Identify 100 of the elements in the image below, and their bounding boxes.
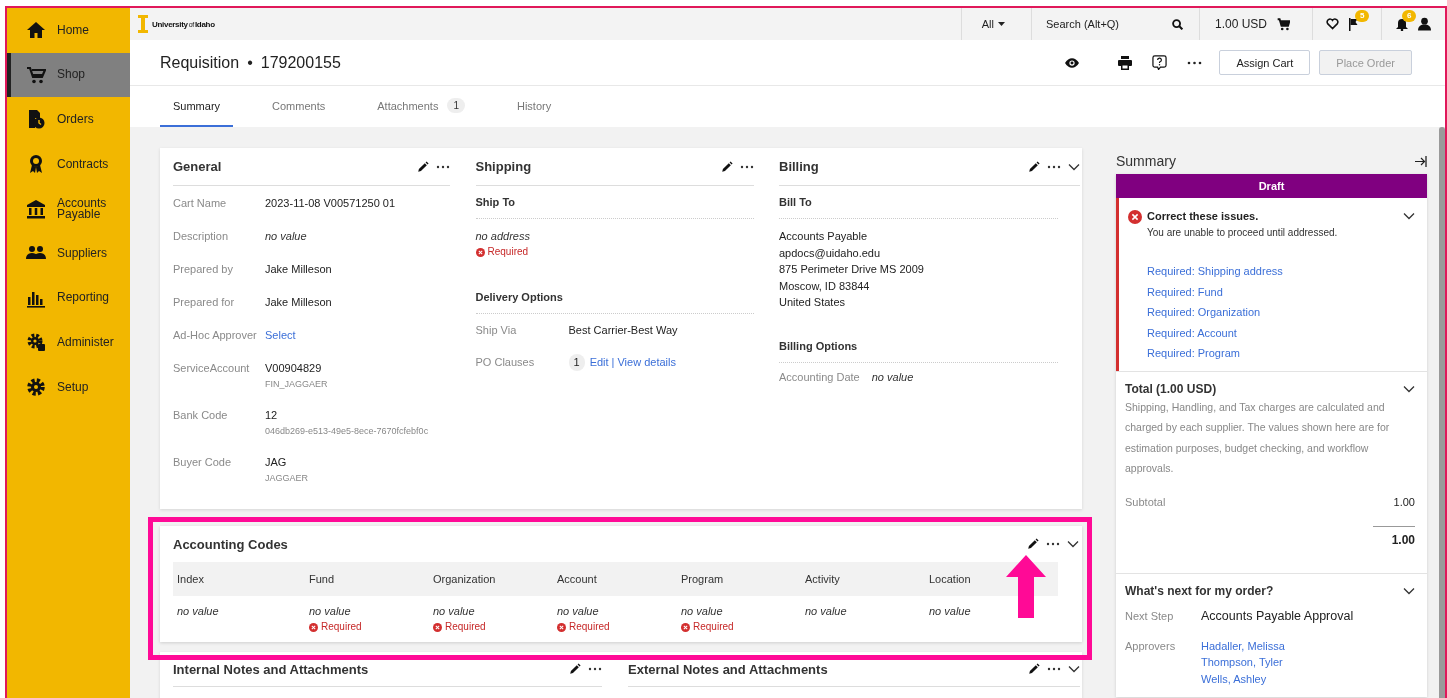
print-icon[interactable] xyxy=(1118,55,1133,70)
collapse-panel-icon[interactable] xyxy=(1415,155,1427,167)
error-icon xyxy=(309,622,318,632)
tab[interactable]: Attachments 1 xyxy=(364,86,478,127)
field-value: JAG xyxy=(265,455,287,470)
issue-link[interactable]: Required: Organization xyxy=(1147,302,1415,323)
field-label: Accounting Date xyxy=(779,369,860,385)
error-icon xyxy=(433,622,442,632)
error-icon xyxy=(681,622,690,632)
field-label: Buyer Code xyxy=(173,455,233,470)
cart-total[interactable]: 1.00 USD xyxy=(1214,17,1267,31)
bell-icon[interactable] xyxy=(1396,17,1408,31)
sidebar-item[interactable]: Suppliers xyxy=(7,230,130,276)
pencil-icon[interactable] xyxy=(1027,538,1039,550)
tab[interactable]: History xyxy=(503,86,565,127)
sidebar-item[interactable]: Administer xyxy=(7,320,130,365)
sidebar-item[interactable]: Contracts xyxy=(7,141,130,187)
chevron-icon[interactable] xyxy=(1067,540,1079,548)
table-cell-text: no value xyxy=(433,604,476,619)
sidebar-item[interactable]: Accounts Payable xyxy=(7,186,130,231)
field-value: Accounts Payable Approval xyxy=(1201,607,1355,625)
section-title: What's next for my order? xyxy=(1125,582,1274,600)
pencil-icon[interactable] xyxy=(569,663,581,675)
approver-link[interactable]: Hadaller, Melissa xyxy=(1201,637,1415,654)
approver-link[interactable]: Thompson, Tyler xyxy=(1201,654,1415,671)
field-label: Prepared by xyxy=(173,262,234,277)
table-cell-text: no value xyxy=(557,604,600,619)
search-field[interactable]: Search (Alt+Q) xyxy=(1045,18,1158,30)
issue-link[interactable]: Required: Account xyxy=(1147,322,1415,343)
chevron-icon[interactable] xyxy=(1068,665,1080,673)
chevron-icon[interactable] xyxy=(1403,586,1415,595)
header-button[interactable]: Assign Cart xyxy=(1219,50,1311,75)
more-icon[interactable] xyxy=(739,164,754,169)
sidebar-item[interactable]: Home xyxy=(7,8,130,53)
user-icon[interactable] xyxy=(1418,17,1431,31)
approver-link[interactable]: Wells, Ashley xyxy=(1201,670,1415,687)
issue-link[interactable]: Required: Fund xyxy=(1147,281,1415,302)
column-header: Index xyxy=(176,572,205,587)
sidebar-item[interactable]: Setup xyxy=(7,364,130,410)
cart-icon[interactable] xyxy=(1277,17,1290,31)
pencil-icon[interactable] xyxy=(720,160,733,173)
select-link[interactable]: Select xyxy=(265,327,296,344)
pencil-icon[interactable] xyxy=(1028,663,1040,675)
sidebar-item[interactable]: Orders xyxy=(7,97,130,142)
pencil-icon[interactable] xyxy=(1028,160,1040,173)
heart-icon[interactable] xyxy=(1326,18,1339,30)
scrollbar[interactable] xyxy=(1439,127,1445,698)
more-icon[interactable] xyxy=(1047,667,1061,671)
requisition-number: 179200155 xyxy=(260,53,341,72)
field-label: Ad-Hoc Approver xyxy=(173,328,258,343)
field-value: 2023-11-08 V00571250 01 xyxy=(265,196,396,211)
section-title: Internal Notes and Attachments xyxy=(173,661,370,677)
column-header: Organization xyxy=(432,572,497,587)
required-error: Required xyxy=(309,620,429,634)
chevron-icon[interactable] xyxy=(1403,212,1415,220)
more-icon[interactable] xyxy=(436,164,450,169)
column-header: Fund xyxy=(308,572,336,587)
address-line: United States xyxy=(779,295,847,310)
bank-icon xyxy=(26,198,46,219)
pencil-icon[interactable] xyxy=(417,160,429,173)
field-label: Ship Via xyxy=(475,323,518,338)
required-error: Required xyxy=(557,620,677,634)
error-icon xyxy=(475,247,485,257)
error-icon xyxy=(557,622,566,632)
issues-title: Correct these issues. xyxy=(1147,209,1260,224)
field-value: 12 xyxy=(265,408,278,423)
subsection-heading: Ship To xyxy=(475,186,754,219)
more-icon[interactable] xyxy=(588,667,602,671)
field-value: V00904829 xyxy=(265,361,322,376)
more-icon[interactable] xyxy=(1187,60,1203,65)
more-icon[interactable] xyxy=(1047,164,1061,169)
page-title: Requisition xyxy=(160,53,240,72)
scope-dropdown[interactable]: All xyxy=(981,18,1005,30)
link[interactable]: Edit xyxy=(589,356,609,368)
home-icon xyxy=(26,20,46,41)
gear-icon xyxy=(26,377,46,398)
field-value: Best Carrier-Best Way xyxy=(568,323,679,338)
column-header: Program xyxy=(680,572,725,587)
chevron-icon[interactable] xyxy=(1403,384,1415,393)
caret-icon xyxy=(997,22,1005,26)
link[interactable]: View details xyxy=(617,356,676,368)
subtotal-label: Subtotal xyxy=(1125,494,1166,510)
issue-link[interactable]: Required: Shipping address xyxy=(1147,261,1415,282)
address-line: apdocs@uidaho.edu xyxy=(779,245,882,261)
title-separator: • xyxy=(247,53,253,72)
help-icon[interactable] xyxy=(1152,55,1168,70)
document-clock-icon xyxy=(26,109,46,130)
more-icon[interactable] xyxy=(1046,542,1060,546)
search-icon[interactable] xyxy=(1171,18,1183,30)
sidebar-item[interactable]: Reporting xyxy=(7,275,130,321)
flag-icon[interactable] xyxy=(1349,17,1359,31)
link-separator: | xyxy=(611,356,615,368)
tab[interactable]: Comments xyxy=(259,86,339,127)
column-header: Location xyxy=(928,572,972,587)
chevron-icon[interactable] xyxy=(1068,162,1080,171)
issue-link[interactable]: Required: Program xyxy=(1147,343,1415,364)
sidebar-item[interactable]: Shop xyxy=(7,52,130,98)
section-title: Accounting Codes xyxy=(173,536,289,552)
eye-icon[interactable] xyxy=(1065,57,1080,68)
field-value: Jake Milleson xyxy=(265,295,332,310)
